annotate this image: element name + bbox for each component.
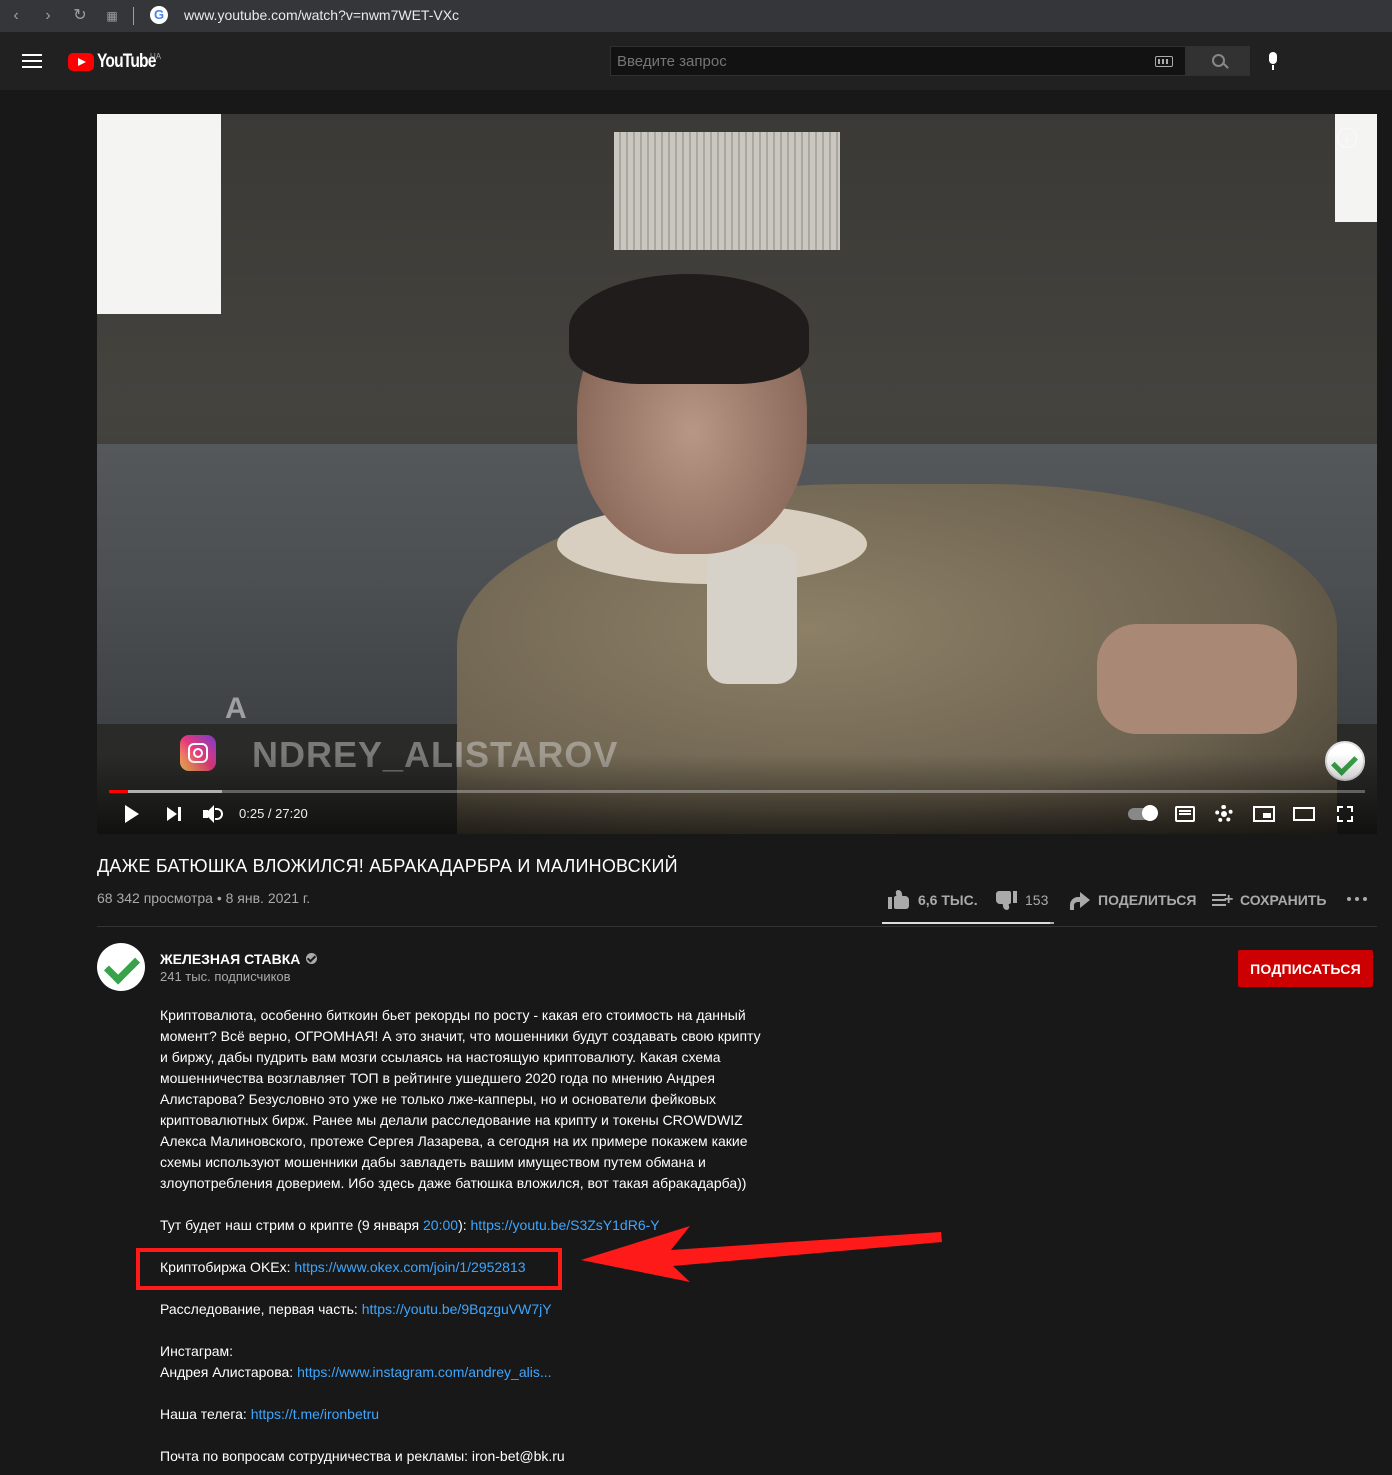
share-label: ПОДЕЛИТЬСЯ <box>1098 892 1197 908</box>
playlist-add-icon <box>1212 891 1233 909</box>
verified-icon <box>306 953 318 964</box>
description-line: и биржу, дабы пудрить вам мозги ссылаясь… <box>160 1049 721 1065</box>
description-line: криптовалютных бирж. Ранее мы делали рас… <box>160 1112 743 1128</box>
save-button[interactable]: СОХРАНИТЬ <box>1212 888 1326 912</box>
share-icon <box>1070 892 1090 910</box>
youtube-play-icon <box>68 53 94 71</box>
sentiment-fill <box>882 922 1051 924</box>
description-paragraph: Криптовалюта, особенно биткоин бьет реко… <box>160 1005 780 1194</box>
instagram-line: Андрея Алистарова: https://www.instagram… <box>160 1364 552 1380</box>
video-title: ДАЖЕ БАТЮШКА ВЛОЖИЛСЯ! АБРАКАДАРБРА И МА… <box>97 856 678 876</box>
annotation-arrow-icon <box>581 1226 942 1282</box>
email-line: Почта по вопросам сотрудничества и рекла… <box>160 1448 565 1464</box>
like-count: 6,6 ТЫС. <box>918 892 978 908</box>
thumbs-up-icon <box>888 890 910 910</box>
sentiment-bar <box>882 922 1054 924</box>
keyboard-icon[interactable] <box>1155 56 1173 67</box>
autoplay-toggle[interactable] <box>1128 805 1158 821</box>
play-icon[interactable] <box>123 804 139 824</box>
next-icon[interactable] <box>167 804 183 824</box>
reload-icon[interactable]: ↻ <box>70 6 90 26</box>
volume-icon[interactable] <box>203 804 225 824</box>
back-icon[interactable]: ‹ <box>6 6 26 26</box>
instagram-link[interactable]: https://www.instagram.com/andrey_alis... <box>297 1364 551 1380</box>
watermark-letter: A <box>225 692 247 725</box>
menu-icon[interactable] <box>22 54 42 68</box>
telegram-link[interactable]: https://t.me/ironbetru <box>251 1406 379 1422</box>
view-count-date: 68 342 просмотра • 8 янв. 2021 г. <box>97 890 311 906</box>
description-line: Алистарова? Безусловно это уже не только… <box>160 1091 717 1107</box>
toolbar-separator <box>133 7 134 25</box>
youtube-masthead: YouTube UA <box>0 32 1392 90</box>
video-player[interactable]: A NDREY_ALISTAROV i 0:25 / 27:20 <box>97 114 1377 834</box>
address-bar[interactable]: www.youtube.com/watch?v=nwm7WET-VXc <box>184 7 459 23</box>
save-label: СОХРАНИТЬ <box>1240 892 1327 908</box>
search-input[interactable] <box>617 53 1137 70</box>
search-button[interactable] <box>1186 46 1250 76</box>
microphone-icon[interactable] <box>1268 52 1278 72</box>
dislike-count: 153 <box>1025 892 1049 908</box>
time-display: 0:25 / 27:20 <box>239 806 308 821</box>
region-code: UA <box>150 52 162 61</box>
investigation-line: Расследование, первая часть: https://you… <box>160 1301 552 1317</box>
google-icon: G <box>150 6 168 24</box>
description-line: Криптовалюта, особенно биткоин бьет реко… <box>160 1007 746 1023</box>
fullscreen-icon[interactable] <box>1337 806 1353 822</box>
miniplayer-icon[interactable] <box>1253 806 1275 822</box>
instagram-heading: Инстаграм: <box>160 1343 234 1359</box>
description-line: Алекса Малиновского, протеже Сергея Лаза… <box>160 1133 748 1149</box>
subscriber-count: 241 тыс. подписчиков <box>160 969 291 984</box>
dislike-button[interactable]: 153 <box>995 888 1048 912</box>
description-line: момент? Всё верно, ОГРОМНАЯ! А это значи… <box>160 1028 761 1044</box>
investigation-link[interactable]: https://youtu.be/9BqzguVW7jY <box>362 1301 552 1317</box>
annotation-highlight-box <box>136 1248 562 1290</box>
progress-bar[interactable] <box>109 790 1365 793</box>
youtube-logo-text: YouTube <box>97 51 156 72</box>
subtitles-icon[interactable] <box>1175 806 1195 822</box>
description-line: мошенничества возглавляет ТОП в рейтинге… <box>160 1070 715 1086</box>
settings-gear-icon[interactable] <box>1215 805 1233 823</box>
stream-time-link[interactable]: 20:00 <box>423 1217 458 1233</box>
search-box <box>610 46 1186 76</box>
subscribe-button[interactable]: ПОДПИСАТЬСЯ <box>1238 950 1373 987</box>
share-button[interactable]: ПОДЕЛИТЬСЯ <box>1070 888 1196 912</box>
description-line: схемы используют мошенники дабы завладет… <box>160 1154 706 1170</box>
info-icon[interactable]: i <box>1337 128 1357 148</box>
like-button[interactable]: 6,6 ТЫС. <box>888 888 978 912</box>
telegram-line: Наша телега: https://t.me/ironbetru <box>160 1406 380 1422</box>
divider <box>97 926 1377 927</box>
browser-toolbar: ‹ › ↻ ▦ G www.youtube.com/watch?v=nwm7WE… <box>0 0 1392 32</box>
theater-mode-icon[interactable] <box>1293 807 1315 821</box>
apps-icon[interactable]: ▦ <box>102 6 122 26</box>
thumbs-down-icon <box>995 890 1017 910</box>
more-actions-icon[interactable] <box>1347 897 1367 903</box>
forward-icon[interactable]: › <box>38 6 58 26</box>
channel-name-row[interactable]: ЖЕЛЕЗНАЯ СТАВКА <box>160 951 318 967</box>
channel-avatar[interactable] <box>97 943 145 991</box>
channel-name[interactable]: ЖЕЛЕЗНАЯ СТАВКА <box>160 951 300 967</box>
description-line: злоупотребления доверием. Ибо здесь даже… <box>160 1175 747 1191</box>
progress-fill <box>109 790 129 793</box>
